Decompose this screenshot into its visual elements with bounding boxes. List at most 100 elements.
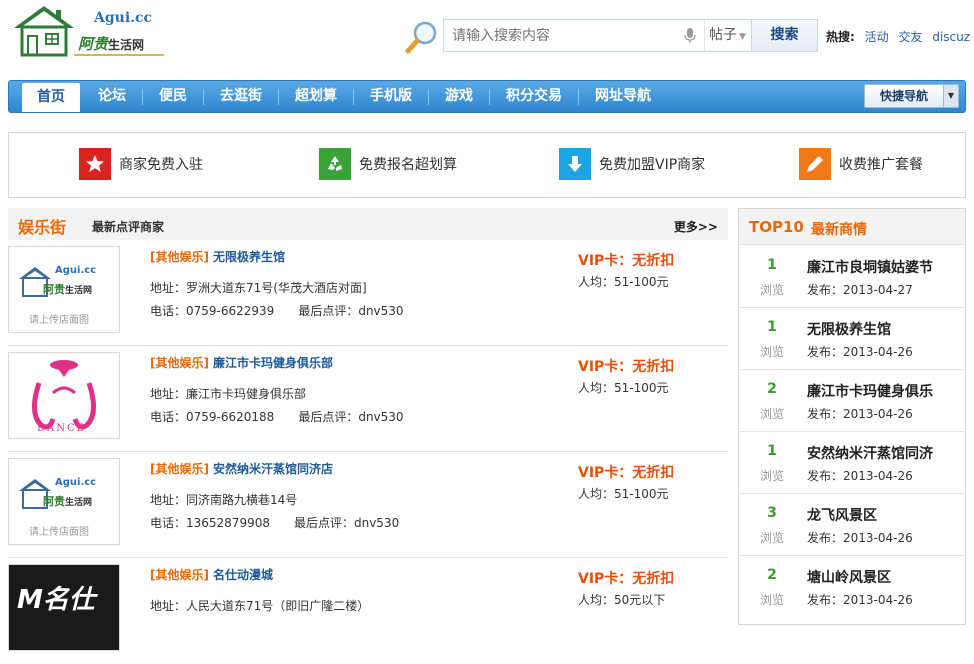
list-item[interactable]: 3 浏览 龙飞风景区 发布：2013-04-26 (739, 494, 965, 556)
site-logo[interactable]: Agui.cc 阿贵生活网 (12, 4, 167, 60)
store-address: 地址：罗洲大道东71号(华茂大酒店对面] (150, 281, 367, 295)
vip-card-status: VIP卡：无折扣 (578, 359, 675, 375)
nav-points[interactable]: 积分交易 (492, 81, 576, 112)
store-title[interactable]: [其他娱乐] 安然纳米汗蒸馆同济店 (150, 460, 333, 477)
chevron-down-icon[interactable]: ▼ (943, 85, 958, 107)
search-input[interactable] (444, 20, 700, 51)
store-title[interactable]: [其他娱乐] 名仕动漫城 (150, 566, 273, 583)
item-title[interactable]: 廉江市卡玛健身俱乐 (807, 381, 957, 401)
store-last-review: 最后点评：dnv530 (293, 516, 400, 530)
store-phone: 电话：0759-6622939 (150, 304, 275, 318)
header: Agui.cc 阿贵生活网 帖子▼ 搜索 热搜: 活动 交友 discuz (0, 0, 974, 80)
search-type-value: 帖子 (709, 27, 737, 43)
view-label: 浏览 (759, 345, 784, 359)
store-phone: 电话：13652879908 (150, 516, 270, 530)
thumb-dance-text: DANCE (37, 423, 86, 434)
store-contact: 电话：0759-6622939 最后点评：dnv530 (150, 302, 404, 319)
list-item: M名仕 [其他娱乐] 名仕动漫城 地址：人民大道东71号（即旧广隆二楼） VIP卡… (8, 558, 728, 664)
item-title[interactable]: 廉江市良垌镇姑婆节 (807, 257, 957, 277)
item-title[interactable]: 龙飞风景区 (807, 505, 957, 525)
store-thumbnail[interactable]: Agui.cc 阿贵生活网 请上传店面图 (8, 458, 120, 545)
recycle-icon (319, 148, 351, 180)
nav-deals[interactable]: 超划算 (281, 81, 351, 112)
thumb-logo-cn-main: 阿贵 (43, 283, 65, 296)
promo-merchant-join[interactable]: 商家免费入驻 (79, 148, 203, 180)
list-item[interactable]: 2 浏览 廉江市卡玛健身俱乐 发布：2013-04-26 (739, 370, 965, 432)
download-arrow-icon (559, 148, 591, 180)
logo-text-en: Agui.cc (94, 10, 153, 26)
thumb-logo-cn: 阿贵生活网 (43, 281, 92, 297)
nav-separator (353, 89, 354, 105)
star-icon (79, 148, 111, 180)
store-thumbnail[interactable]: DANCE (8, 352, 120, 439)
quick-nav-label: 快捷导航 (879, 89, 928, 103)
thumb-logo-cn: 阿贵生活网 (43, 493, 92, 509)
nav-separator (203, 89, 204, 105)
list-item[interactable]: 1 浏览 安然纳米汗蒸馆同济 发布：2013-04-26 (739, 432, 965, 494)
nav-mobile[interactable]: 手机版 (356, 81, 426, 112)
average-price: 人均：51-100元 (578, 381, 669, 395)
item-title[interactable]: 安然纳米汗蒸馆同济 (807, 443, 957, 463)
store-thumbnail[interactable]: Agui.cc 阿贵生活网 请上传店面图 (8, 246, 120, 333)
list-item: Agui.cc 阿贵生活网 请上传店面图 [其他娱乐] 安然纳米汗蒸馆同济店 地址… (8, 452, 728, 558)
promo-paid-ads[interactable]: 收费推广套餐 (799, 148, 923, 180)
view-count: 1 (767, 319, 777, 335)
item-title[interactable]: 塘山岭风景区 (807, 567, 957, 587)
list-item[interactable]: 1 浏览 无限极养生馆 发布：2013-04-26 (739, 308, 965, 370)
promo-bar: 商家免费入驻 免费报名超划算 免费加盟VIP商家 收费推广套餐 (8, 132, 966, 198)
nav-convenience[interactable]: 便民 (145, 81, 201, 112)
pencil-icon (799, 148, 831, 180)
search-button[interactable]: 搜索 (751, 20, 817, 51)
more-link[interactable]: 更多>> (674, 218, 718, 235)
view-label: 浏览 (759, 283, 784, 297)
vip-card-status: VIP卡：无折扣 (578, 571, 675, 587)
entertainment-section: 娱乐街 最新点评商家 更多>> Agui.cc 阿贵生活网 请上传店面图 [其他… (8, 208, 728, 651)
promo-deal-signup[interactable]: 免费报名超划算 (319, 148, 457, 180)
store-name[interactable]: 无限极养生馆 (213, 250, 285, 264)
list-item[interactable]: 1 浏览 廉江市良垌镇姑婆节 发布：2013-04-27 (739, 246, 965, 308)
nav-home[interactable]: 首页 (22, 83, 80, 112)
nav-directory[interactable]: 网址导航 (581, 81, 665, 112)
item-title[interactable]: 无限极养生馆 (807, 319, 957, 339)
list-item: Agui.cc 阿贵生活网 请上传店面图 [其他娱乐] 无限极养生馆 地址：罗洲大… (8, 240, 728, 346)
store-category: [其他娱乐] (150, 462, 209, 476)
thumb-mingshi-text: M名仕 (17, 585, 95, 615)
hot-link-dating[interactable]: 交友 (898, 30, 922, 44)
store-last-review: 最后点评：dnv530 (298, 410, 404, 424)
list-item: DANCE [其他娱乐] 廉江市卡玛健身俱乐部 地址：廉江市卡玛健身俱乐部 电话：… (8, 346, 728, 452)
store-name[interactable]: 廉江市卡玛健身俱乐部 (213, 356, 333, 370)
nav-separator (142, 89, 143, 105)
store-thumbnail[interactable]: M名仕 (8, 564, 120, 651)
quick-nav-button[interactable]: 快捷导航 ▼ (864, 84, 959, 108)
nav-forum[interactable]: 论坛 (84, 81, 140, 112)
store-last-review: 最后点评：dnv530 (298, 304, 404, 318)
search-box: 帖子▼ 搜索 (443, 19, 818, 52)
hot-link-activity[interactable]: 活动 (865, 30, 889, 44)
logo-cn-main: 阿贵 (78, 35, 109, 53)
view-count: 2 (767, 567, 777, 583)
store-category: [其他娱乐] (150, 356, 209, 370)
item-date: 发布：2013-04-26 (807, 345, 913, 359)
item-date: 发布：2013-04-26 (807, 469, 913, 483)
logo-text-cn: 阿贵生活网 (78, 33, 144, 54)
thumb-logo-cn-sub: 生活网 (65, 286, 93, 296)
promo-label: 商家免费入驻 (119, 157, 203, 173)
store-title[interactable]: [其他娱乐] 无限极养生馆 (150, 248, 285, 265)
thumb-placeholder-text: 请上传店面图 (29, 315, 89, 326)
list-item[interactable]: 2 浏览 塘山岭风景区 发布：2013-04-26 (739, 556, 965, 618)
nav-shopping[interactable]: 去逛街 (206, 81, 276, 112)
store-name[interactable]: 安然纳米汗蒸馆同济店 (213, 462, 333, 476)
store-title[interactable]: [其他娱乐] 廉江市卡玛健身俱乐部 (150, 354, 333, 371)
average-price: 人均：51-100元 (578, 487, 669, 501)
promo-vip-join[interactable]: 免费加盟VIP商家 (559, 148, 705, 180)
nav-games[interactable]: 游戏 (431, 81, 487, 112)
view-label: 浏览 (759, 469, 784, 483)
microphone-icon[interactable] (684, 28, 696, 47)
hot-link-discuz[interactable]: discuz (932, 30, 970, 44)
store-name[interactable]: 名仕动漫城 (213, 568, 273, 582)
thumb-logo-cn-sub: 生活网 (65, 498, 93, 508)
promo-label: 免费报名超划算 (359, 157, 457, 173)
search-type-select[interactable]: 帖子 ▼ (704, 20, 752, 51)
vip-card-status: VIP卡：无折扣 (578, 253, 675, 269)
item-date: 发布：2013-04-26 (807, 593, 913, 607)
